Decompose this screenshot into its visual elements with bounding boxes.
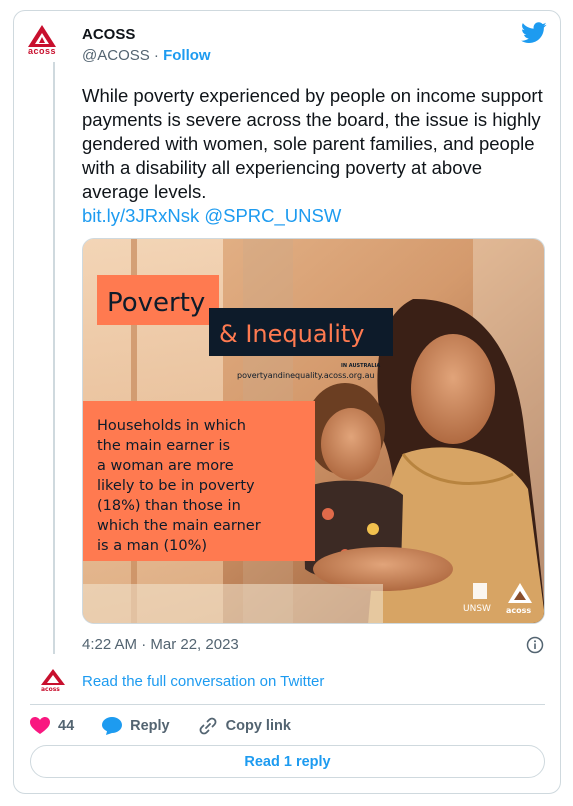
short-link[interactable]: bit.ly/3JRxNsk (82, 205, 199, 226)
link-icon (199, 717, 217, 735)
media-image: Poverty & Inequality IN AUSTRALIA povert… (83, 239, 544, 623)
statement-line: (18%) than those in (97, 498, 241, 514)
poster-region: IN AUSTRALIA (341, 363, 380, 369)
read-conversation-link[interactable]: Read the full conversation on Twitter (82, 673, 324, 690)
read-reply-button[interactable]: Read 1 reply (30, 745, 545, 778)
account-name[interactable]: ACOSS (82, 26, 135, 43)
statement-line: likely to be in poverty (97, 478, 255, 494)
follow-button[interactable]: Follow (163, 47, 211, 64)
separator: · (153, 47, 159, 64)
tweet-body: While poverty experienced by people on i… (82, 85, 543, 202)
action-bar: 44 Reply Copy link (30, 714, 319, 738)
statement-line: a woman are more (97, 458, 234, 474)
info-icon[interactable] (526, 636, 544, 654)
unsw-crest-icon (473, 583, 487, 599)
like-count: 44 (58, 718, 75, 734)
statement-line: Households in which (97, 418, 246, 434)
thread-line (53, 62, 55, 654)
copy-link-button[interactable]: Copy link (198, 716, 291, 736)
twitter-bird-icon[interactable] (521, 22, 547, 44)
partner-unsw: UNSW (463, 604, 491, 614)
statement-line: is a man (10%) (97, 538, 207, 554)
statement-line: the main earner is (97, 438, 230, 454)
divider (30, 704, 545, 705)
acoss-small-logo-icon: acoss (41, 669, 65, 692)
avatar[interactable]: acoss (22, 24, 62, 64)
heart-icon (30, 717, 50, 734)
account-handle[interactable]: @ACOSS (82, 47, 150, 64)
statement-line: which the main earner (97, 518, 261, 534)
acoss-logo-icon (28, 25, 56, 47)
tweet-text: While poverty experienced by people on i… (82, 84, 552, 228)
copy-link-label: Copy link (225, 718, 291, 734)
reply-bubble-icon (102, 717, 123, 735)
mention-link[interactable]: @SPRC_UNSW (204, 205, 341, 226)
reply-label: Reply (130, 718, 170, 734)
logo-text: acoss (27, 46, 57, 56)
tweet-timestamp[interactable]: 4:22 AM · Mar 22, 2023 (82, 636, 239, 653)
like-button[interactable]: 44 (30, 717, 74, 735)
poster-url: povertyandinequality.acoss.org.au (237, 371, 375, 380)
poster-title: Poverty (107, 288, 205, 318)
small-logo-text: acoss (41, 686, 60, 692)
tweet-media[interactable]: Poverty & Inequality IN AUSTRALIA povert… (82, 238, 545, 624)
reply-button[interactable]: Reply (102, 717, 170, 735)
poster-subtitle: & Inequality (219, 320, 365, 348)
handle-row: @ACOSS · Follow (82, 47, 211, 64)
partner-acoss: acoss (506, 606, 531, 615)
